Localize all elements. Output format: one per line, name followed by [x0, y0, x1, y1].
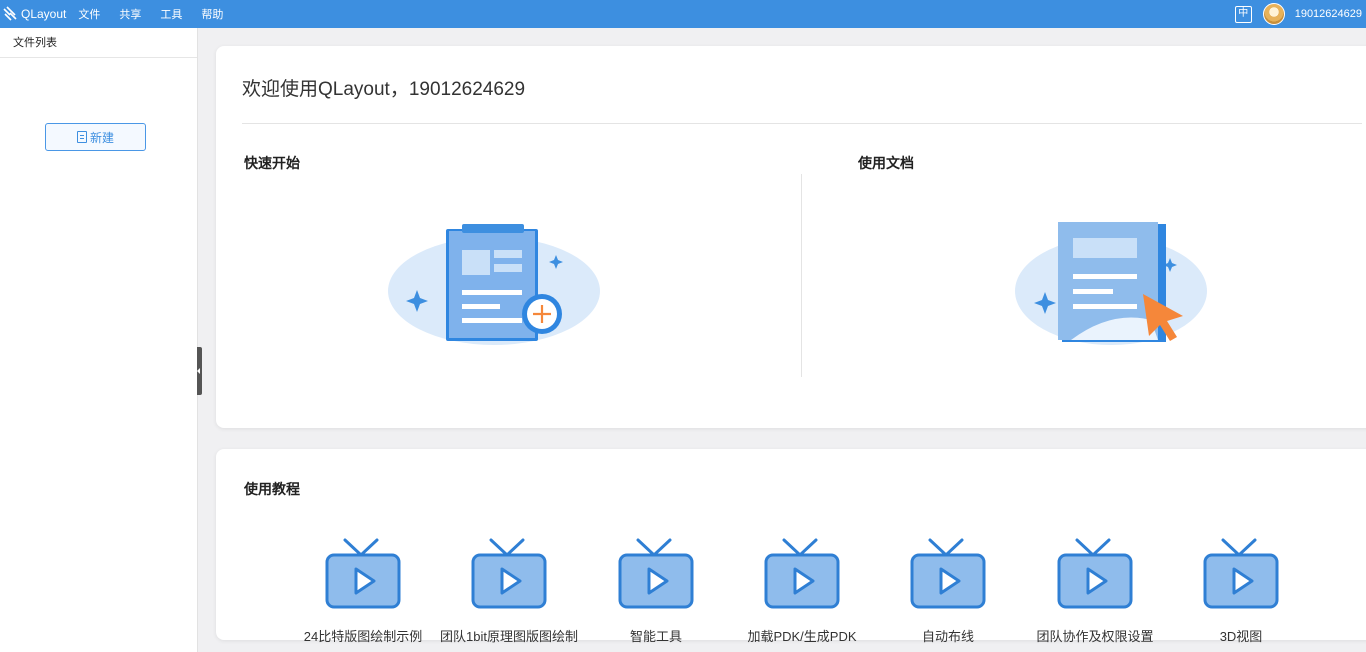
tutorial-item[interactable]: 团队1bit原理图版图绘制 — [434, 537, 584, 645]
welcome-title: 欢迎使用QLayout，19012624629 — [242, 79, 526, 100]
tutorial-label: 自动布线 — [921, 629, 974, 644]
sidebar: 文件列表 新建 — [0, 28, 198, 652]
video-tv-icon — [471, 538, 547, 609]
video-tv-icon — [618, 538, 694, 609]
brand[interactable]: QLayout — [0, 0, 66, 28]
sidebar-collapse-handle[interactable] — [197, 347, 202, 395]
divider — [242, 123, 1362, 124]
tutorial-item[interactable]: 3D视图 — [1166, 537, 1316, 645]
welcome-card: 欢迎使用QLayout，19012624629 快速开始 使用文档 — [216, 46, 1366, 428]
tutorial-item[interactable]: 团队协作及权限设置 — [1020, 537, 1170, 645]
tutorial-item[interactable]: 24比特版图绘制示例 — [288, 537, 438, 645]
tutorial-label: 团队协作及权限设置 — [1036, 629, 1154, 644]
menu-bar: 文件 共享 工具 帮助 — [78, 6, 242, 22]
tutorial-label: 24比特版图绘制示例 — [303, 629, 423, 644]
video-tv-icon — [910, 538, 986, 609]
menu-share[interactable]: 共享 — [119, 6, 141, 22]
new-file-button[interactable]: 新建 — [45, 123, 146, 151]
qlayout-logo-icon — [3, 6, 17, 21]
tutorial-label: 加载PDK/生成PDK — [747, 629, 857, 644]
document-icon — [76, 131, 87, 143]
video-tv-icon — [764, 538, 840, 609]
documentation-illustration-icon[interactable] — [1011, 216, 1211, 351]
username[interactable]: 19012624629 — [1295, 8, 1362, 20]
sidebar-title: 文件列表 — [0, 28, 197, 58]
video-tv-icon — [325, 538, 401, 609]
tutorial-label: 智能工具 — [629, 629, 682, 644]
tutorial-label: 团队1bit原理图版图绘制 — [440, 629, 578, 644]
tutorials-title: 使用教程 — [244, 481, 300, 497]
video-tv-icon — [1203, 538, 1279, 609]
tutorial-card: 使用教程 24比特版图绘制示例 团队1bit原理图版图绘制 智能工具 加载PDK… — [216, 449, 1366, 644]
tutorial-item[interactable]: 加载PDK/生成PDK — [727, 537, 877, 645]
video-tv-icon — [1057, 538, 1133, 609]
top-bar: QLayout 文件 共享 工具 帮助 中 19012624629 — [0, 0, 1366, 28]
tutorial-item[interactable]: 智能工具 — [581, 537, 731, 645]
menu-help[interactable]: 帮助 — [201, 6, 223, 22]
app-name: QLayout — [21, 7, 67, 21]
avatar[interactable] — [1262, 3, 1285, 25]
tutorial-item[interactable]: 自动布线 — [873, 537, 1023, 645]
docs-title: 使用文档 — [858, 155, 914, 171]
vertical-divider — [801, 174, 802, 377]
language-toggle-button[interactable]: 中 — [1234, 5, 1252, 23]
quick-start-title: 快速开始 — [244, 155, 300, 171]
new-document-illustration-icon[interactable] — [386, 216, 606, 351]
menu-tools[interactable]: 工具 — [160, 6, 182, 22]
tutorial-label: 3D视图 — [1219, 629, 1263, 644]
topbar-right: 中 19012624629 — [1234, 0, 1362, 28]
menu-file[interactable]: 文件 — [78, 6, 100, 22]
new-file-label: 新建 — [89, 130, 114, 145]
